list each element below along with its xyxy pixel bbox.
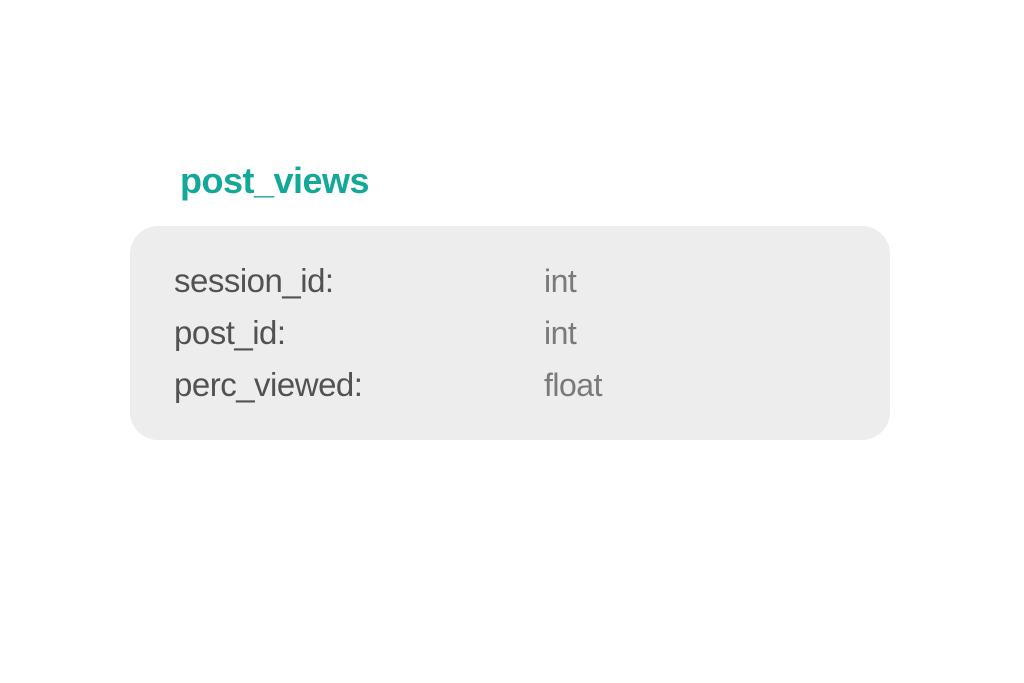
field-row: session_id: int bbox=[174, 262, 846, 300]
field-name: session_id: bbox=[174, 262, 544, 300]
field-name: post_id: bbox=[174, 314, 544, 352]
schema-fields-box: session_id: int post_id: int perc_viewed… bbox=[130, 226, 890, 440]
schema-title: post_views bbox=[180, 160, 890, 202]
field-type: int bbox=[544, 263, 576, 300]
field-name: perc_viewed: bbox=[174, 366, 544, 404]
field-type: float bbox=[544, 367, 602, 404]
schema-diagram: post_views session_id: int post_id: int … bbox=[130, 160, 890, 440]
field-row: post_id: int bbox=[174, 314, 846, 352]
field-type: int bbox=[544, 315, 576, 352]
field-row: perc_viewed: float bbox=[174, 366, 846, 404]
